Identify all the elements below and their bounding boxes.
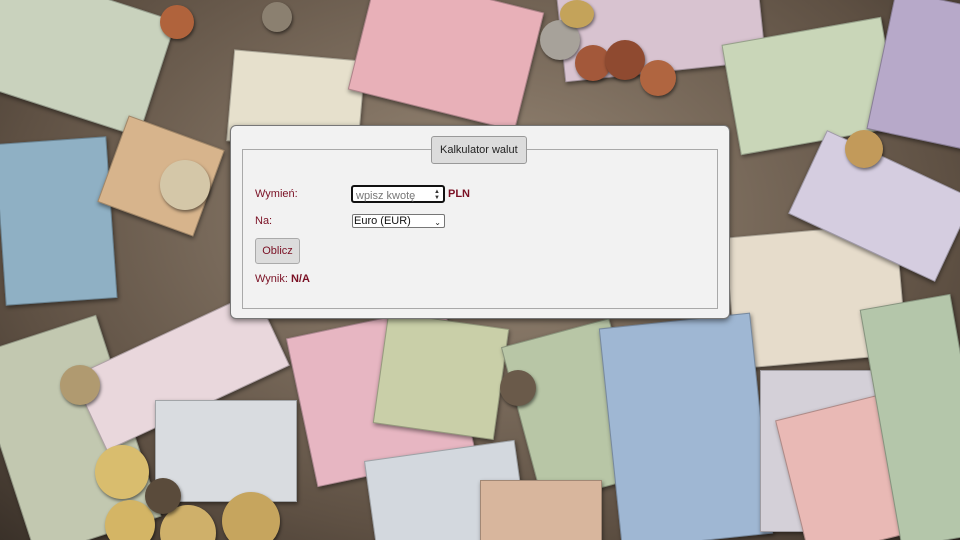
target-label: Na: [255,215,273,227]
result-label: Wynik: [255,273,288,285]
source-currency-label: PLN [448,188,470,200]
exchange-label: Wymień: [255,188,298,200]
chevron-down-icon: ⌄ [434,218,441,227]
calculator-fieldset [242,149,718,309]
currency-calculator-dialog: Kalkulator walut [230,125,730,319]
amount-input[interactable]: wpisz kwotę ▲ ▼ [351,185,445,203]
calculator-title: Kalkulator walut [431,136,527,164]
result: Wynik: N/A [255,273,310,285]
target-currency-select[interactable]: Euro (EUR) ⌄ [352,214,445,228]
amount-placeholder: wpisz kwotę [356,190,416,202]
calculate-button[interactable]: Oblicz [255,238,300,264]
result-value: N/A [290,273,310,285]
number-spinner-icon[interactable]: ▲ ▼ [434,189,440,201]
target-currency-value: Euro (EUR) [354,215,411,227]
